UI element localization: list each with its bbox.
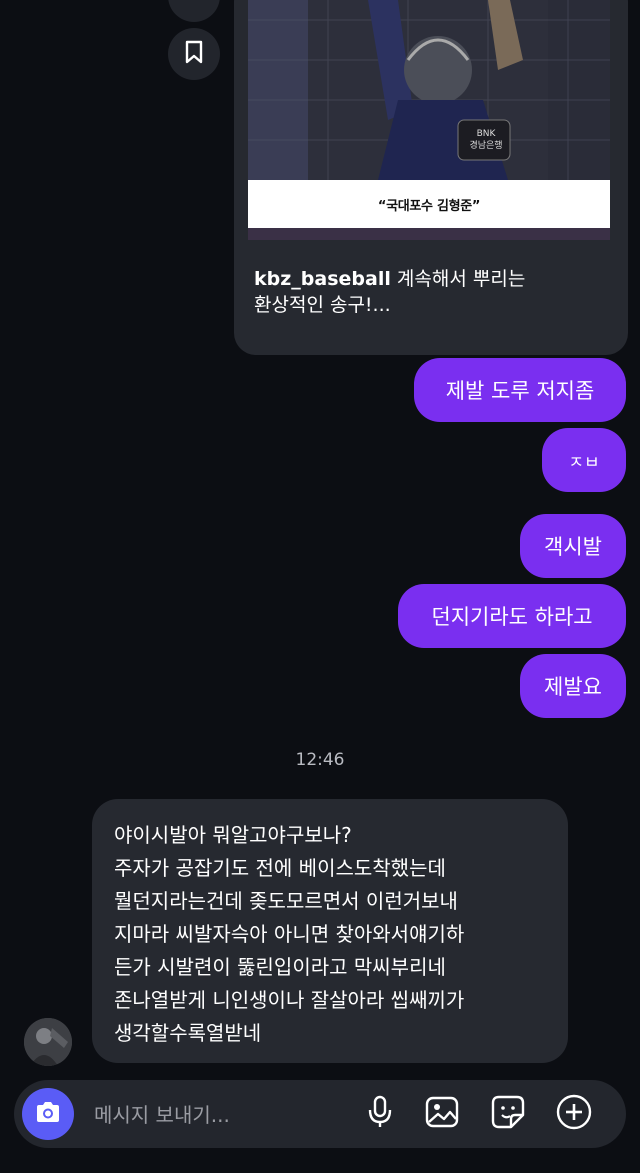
more-options-button[interactable] <box>554 1094 594 1134</box>
shared-post-card[interactable]: BNK 경남은행 “국대포수 김형준” kbz_baseball 계속해서 뿌리… <box>234 0 628 355</box>
incoming-line: 생각할수록열받네 <box>114 1021 262 1045</box>
shared-post-text: kbz_baseball 계속해서 뿌리는 환상적인 송구!... <box>254 266 584 318</box>
outgoing-message[interactable]: ㅈㅂ <box>542 428 626 492</box>
sticker-button[interactable] <box>488 1094 528 1134</box>
save-post-button[interactable] <box>168 28 220 80</box>
message-input[interactable] <box>92 1094 356 1136</box>
incoming-line: 든가 시발련이 뚫린입이라고 막씨부리네 <box>114 955 446 979</box>
message-composer <box>14 1080 626 1148</box>
outgoing-message[interactable]: 제발요 <box>520 654 626 718</box>
incoming-line: 뭘던지라는건데 좆도모르면서 이런거보내 <box>114 889 458 913</box>
incoming-line: 주자가 공잡기도 전에 베이스도착했는데 <box>114 856 446 880</box>
outgoing-message[interactable]: 던지기라도 하라고 <box>398 584 626 648</box>
post-username[interactable]: kbz_baseball <box>254 268 391 290</box>
image-caption: “국대포수 김형준” <box>377 198 481 214</box>
jersey-text: BNK 경남은행 <box>469 129 503 151</box>
voice-button[interactable] <box>360 1094 400 1134</box>
share-button[interactable] <box>168 0 220 22</box>
bookmark-icon <box>183 40 205 68</box>
gallery-button[interactable] <box>422 1094 462 1134</box>
post-divider <box>248 228 610 240</box>
image-caption-box: “국대포수 김형준” <box>248 180 610 228</box>
sticker-icon <box>491 1095 525 1133</box>
incoming-line: 존나열받게 니인생이나 잘살아라 씹쌔끼가 <box>114 988 465 1012</box>
incoming-line: 야이시발아 뭐알고야구보나? <box>114 823 352 847</box>
outgoing-message[interactable]: 제발 도루 저지좀 <box>414 358 626 422</box>
sender-avatar[interactable] <box>24 1018 72 1066</box>
gallery-icon <box>425 1096 459 1132</box>
camera-icon <box>34 1100 62 1128</box>
shared-post-image[interactable]: BNK 경남은행 “국대포수 김형준” <box>248 0 610 228</box>
post-text-line1: 계속해서 뿌리는 <box>396 268 526 290</box>
outgoing-message[interactable]: 객시발 <box>520 514 626 578</box>
incoming-message[interactable]: 야이시발아 뭐알고야구보나? 주자가 공잡기도 전에 베이스도착했는데 뭘던지라… <box>92 799 568 1063</box>
microphone-icon <box>367 1095 393 1133</box>
message-timestamp: 12:46 <box>295 750 345 770</box>
incoming-line: 지마라 씨발자슥아 아니면 찾아와서얘기하 <box>114 922 465 946</box>
plus-circle-icon <box>555 1093 593 1135</box>
camera-button[interactable] <box>22 1088 74 1140</box>
post-text-line2: 환상적인 송구!... <box>254 294 391 316</box>
